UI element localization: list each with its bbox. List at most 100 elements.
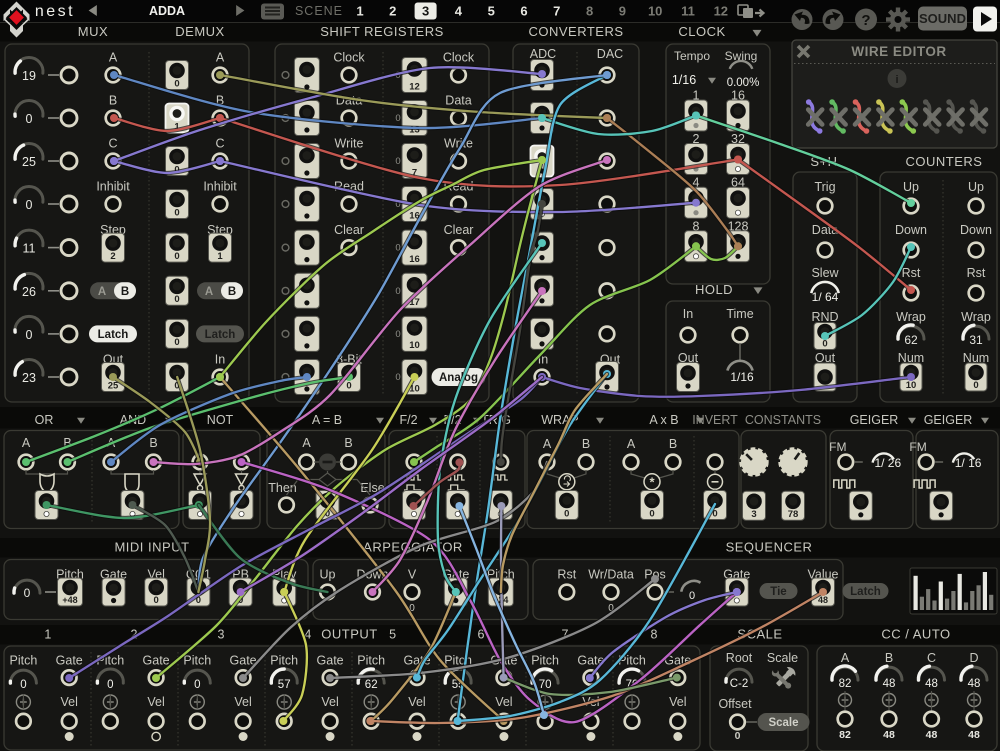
svg-text:A: A xyxy=(841,651,850,665)
svg-text:SCENE: SCENE xyxy=(295,4,343,18)
svg-text:9: 9 xyxy=(619,4,626,19)
svg-text:1: 1 xyxy=(356,4,363,19)
svg-text:A: A xyxy=(109,51,118,65)
svg-text:82: 82 xyxy=(839,678,852,690)
svg-text:Gate: Gate xyxy=(143,654,170,668)
svg-text:A: A xyxy=(22,436,31,450)
svg-text:A x B: A x B xyxy=(649,413,678,427)
svg-text:Tempo: Tempo xyxy=(674,49,710,63)
svg-text:Vel: Vel xyxy=(669,695,686,709)
svg-text:10: 10 xyxy=(648,4,662,19)
svg-text:nest: nest xyxy=(35,3,75,20)
svg-text:FM: FM xyxy=(829,440,846,454)
svg-text:Data: Data xyxy=(445,94,471,108)
svg-text:Pitch: Pitch xyxy=(10,654,38,668)
svg-text:0: 0 xyxy=(346,380,351,391)
svg-text:Down: Down xyxy=(960,223,992,237)
svg-text:+48: +48 xyxy=(62,595,77,605)
svg-text:INVERT: INVERT xyxy=(692,413,738,427)
svg-text:0: 0 xyxy=(395,156,400,167)
svg-text:Pitch: Pitch xyxy=(531,654,559,668)
svg-text:0: 0 xyxy=(174,294,179,305)
svg-text:78: 78 xyxy=(788,509,799,520)
svg-text:ADC: ADC xyxy=(530,47,556,61)
svg-text:19: 19 xyxy=(22,69,36,83)
svg-text:Vel: Vel xyxy=(147,695,164,709)
svg-text:Gate: Gate xyxy=(317,654,344,668)
svg-text:0: 0 xyxy=(649,508,654,519)
svg-text:Rst: Rst xyxy=(557,568,576,582)
svg-text:0: 0 xyxy=(973,380,978,391)
svg-text:Vel: Vel xyxy=(61,695,78,709)
svg-text:Tie: Tie xyxy=(770,586,786,598)
svg-text:DEMUX: DEMUX xyxy=(175,24,224,39)
svg-text:Up: Up xyxy=(968,180,984,194)
svg-text:i: i xyxy=(895,74,898,86)
svg-text:Scale: Scale xyxy=(768,717,798,729)
svg-text:Time: Time xyxy=(726,307,753,321)
svg-text:A: A xyxy=(98,286,106,298)
svg-text:B: B xyxy=(149,436,157,450)
svg-text:B: B xyxy=(109,94,117,108)
svg-text:0: 0 xyxy=(174,337,179,348)
svg-text:Clock: Clock xyxy=(443,51,475,65)
svg-text:F/2: F/2 xyxy=(399,413,417,427)
svg-text:0.00%: 0.00% xyxy=(727,77,760,89)
svg-text:Analog: Analog xyxy=(439,372,478,384)
svg-text:B: B xyxy=(669,437,677,451)
svg-text:B: B xyxy=(121,286,129,298)
svg-text:Vel: Vel xyxy=(234,695,251,709)
svg-text:SOUND: SOUND xyxy=(919,11,966,26)
svg-text:Down: Down xyxy=(895,223,927,237)
svg-text:Clear: Clear xyxy=(334,223,364,237)
svg-text:48: 48 xyxy=(926,729,938,741)
svg-text:Wr/Data: Wr/Data xyxy=(588,568,634,582)
svg-text:Pitch: Pitch xyxy=(357,654,385,668)
svg-text:CONSTANTS: CONSTANTS xyxy=(745,413,821,427)
svg-text:Latch: Latch xyxy=(98,329,129,341)
svg-text:0: 0 xyxy=(26,112,33,126)
svg-text:Clear: Clear xyxy=(444,223,474,237)
svg-text:0: 0 xyxy=(174,207,179,218)
svg-text:RND: RND xyxy=(811,310,838,324)
svg-text:1/16: 1/16 xyxy=(730,370,754,384)
svg-text:C: C xyxy=(927,651,936,665)
svg-text:12: 12 xyxy=(409,81,420,92)
svg-text:Trig: Trig xyxy=(814,180,835,194)
svg-text:7: 7 xyxy=(553,4,560,19)
svg-text:0: 0 xyxy=(107,679,113,691)
svg-text:D: D xyxy=(969,651,978,665)
svg-text:B: B xyxy=(582,437,590,451)
svg-text:Inhibit: Inhibit xyxy=(203,180,237,194)
svg-text:5: 5 xyxy=(389,628,396,642)
svg-text:0: 0 xyxy=(154,595,159,606)
svg-text:Inhibit: Inhibit xyxy=(96,180,130,194)
svg-text:0: 0 xyxy=(26,198,33,212)
svg-text:0: 0 xyxy=(174,251,179,262)
svg-text:Pitch: Pitch xyxy=(270,654,298,668)
svg-text:DAC: DAC xyxy=(597,47,623,61)
svg-text:FM: FM xyxy=(909,440,926,454)
svg-text:1/ 26: 1/ 26 xyxy=(874,456,901,470)
svg-text:1: 1 xyxy=(44,628,51,642)
svg-text:Offset: Offset xyxy=(718,697,752,711)
svg-text:16: 16 xyxy=(409,254,420,265)
svg-text:In: In xyxy=(215,353,225,367)
svg-text:OR: OR xyxy=(35,413,54,427)
svg-text:Wrap: Wrap xyxy=(896,310,926,324)
svg-text:10: 10 xyxy=(906,380,917,391)
svg-text:B: B xyxy=(885,651,893,665)
svg-text:Write: Write xyxy=(335,137,364,151)
svg-text:Root: Root xyxy=(726,651,753,665)
svg-text:1/ 64: 1/ 64 xyxy=(812,290,839,304)
svg-text:57: 57 xyxy=(278,679,291,691)
svg-text:5: 5 xyxy=(488,4,495,19)
svg-text:COUNTERS: COUNTERS xyxy=(906,154,983,169)
svg-text:Vel: Vel xyxy=(321,695,338,709)
svg-text:CONVERTERS: CONVERTERS xyxy=(528,24,623,39)
svg-text:SHIFT REGISTERS: SHIFT REGISTERS xyxy=(320,24,444,39)
svg-text:0: 0 xyxy=(20,679,26,691)
svg-text:A = B: A = B xyxy=(312,413,342,427)
svg-text:CLOCK: CLOCK xyxy=(678,24,725,39)
svg-text:SEQUENCER: SEQUENCER xyxy=(726,540,813,555)
